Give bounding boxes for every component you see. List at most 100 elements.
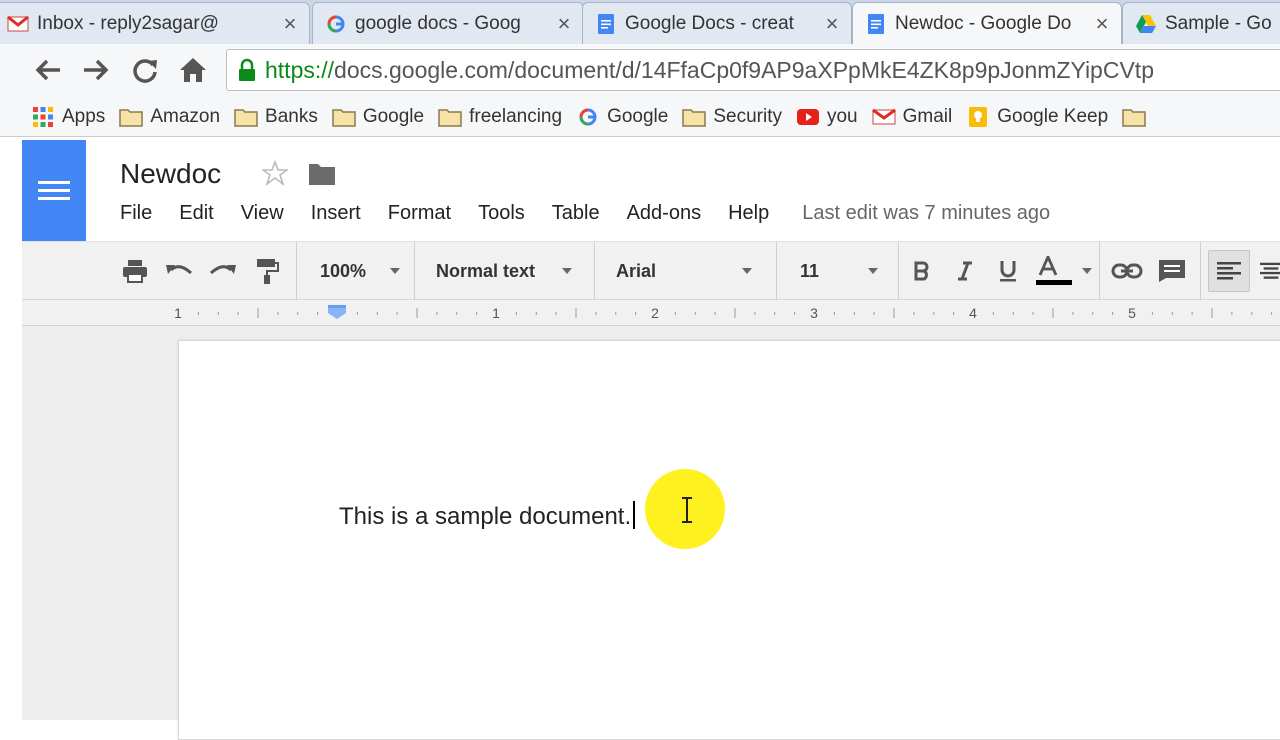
ruler-tick [595,312,597,315]
menu-edit[interactable]: Edit [179,202,213,225]
underline-button[interactable] [994,242,1022,300]
docs-header: Newdoc File Edit View Insert Format Tool… [22,140,1280,241]
menu-format[interactable]: Format [388,202,451,225]
bookmark-youtube[interactable]: you [796,106,858,128]
align-left-button[interactable] [1208,250,1250,292]
menu-help[interactable]: Help [728,202,769,225]
last-edit-status[interactable]: Last edit was 7 minutes ago [802,202,1050,225]
menu-insert[interactable]: Insert [311,202,361,225]
italic-button[interactable] [951,242,979,300]
ruler-tick [555,312,557,315]
toolbar-separator [296,242,297,300]
menu-tools[interactable]: Tools [478,202,525,225]
indent-marker-icon[interactable] [328,308,346,319]
ruler-tick [535,312,537,315]
bookmark-freelancing[interactable]: freelancing [438,106,562,128]
font-value: Arial [616,260,657,281]
print-icon [123,260,147,283]
bookmark-google-keep[interactable]: Google Keep [966,106,1108,128]
paragraph-style-select[interactable]: Normal text [422,242,592,300]
ruler-tick [615,312,617,315]
paint-format-button[interactable] [252,242,282,300]
back-button[interactable] [32,54,64,86]
tab-google-docs-search[interactable]: google docs - Goog × [312,2,584,44]
arrow-right-icon [84,59,109,81]
bookmark-google[interactable]: Google [576,106,668,128]
tab-google-docs-create[interactable]: Google Docs - creat × [582,2,852,44]
tab-inbox[interactable]: Inbox - reply2sagar@ × [0,2,310,44]
bookmark-more-folder[interactable] [1122,106,1153,128]
font-size-select[interactable]: 11 [784,242,888,300]
google-icon [576,106,600,128]
ruler-tick [237,312,239,315]
ruler-tick [396,312,398,315]
tab-title: Inbox - reply2sagar@ [37,12,219,34]
ruler-tick [734,308,736,318]
star-icon[interactable] [260,159,290,191]
ruler-tick [1072,312,1074,315]
ruler-tick [754,312,756,315]
first-line-indent-marker[interactable] [328,305,346,308]
tab-newdoc[interactable]: Newdoc - Google Do × [852,2,1122,44]
close-icon[interactable]: × [281,11,299,37]
bookmark-amazon[interactable]: Amazon [119,106,220,128]
bookmark-label: Security [713,105,782,127]
ruler-tick [953,312,955,315]
print-button[interactable] [120,242,150,300]
lock-icon [237,58,257,82]
ruler-tick [1151,312,1153,315]
menu-add-ons[interactable]: Add-ons [627,202,702,225]
paint-roller-icon [257,259,279,284]
bookmark-banks[interactable]: Banks [234,106,318,128]
undo-button[interactable] [164,242,194,300]
bold-button[interactable] [908,242,936,300]
insert-comment-button[interactable] [1156,242,1188,300]
google-icon [325,13,347,35]
menu-table[interactable]: Table [552,202,600,225]
ruler-tick [1191,312,1193,315]
text-color-button[interactable] [1032,242,1092,300]
underline-icon [1000,261,1016,282]
forward-button[interactable] [80,54,112,86]
align-center-icon [1260,262,1280,279]
bookmark-apps[interactable]: Apps [31,106,105,128]
close-icon[interactable]: × [823,11,841,37]
apps-grid-icon [31,106,55,128]
bookmark-security[interactable]: Security [682,106,782,128]
gmail-icon [7,13,29,35]
move-to-folder-icon[interactable] [308,162,336,191]
close-icon[interactable]: × [1093,11,1111,37]
close-icon[interactable]: × [555,11,573,37]
docs-home-button[interactable] [22,140,86,241]
font-select[interactable]: Arial [602,242,774,300]
align-center-button[interactable] [1260,242,1280,300]
home-button[interactable] [177,54,209,86]
text-cursor [633,501,636,529]
bookmark-google-folder[interactable]: Google [332,106,424,128]
zoom-select[interactable]: 100% [306,242,412,300]
ruler-tick [992,312,994,315]
tab-title: Sample - Go [1165,12,1272,34]
undo-icon [166,265,193,275]
address-bar[interactable]: https://docs.google.com/document/d/14Ffa… [226,49,1280,91]
ruler-tick [635,312,637,315]
ruler-tick [1052,308,1054,318]
ruler-tick [297,312,299,315]
ibeam-cursor-icon [682,497,692,523]
insert-link-button[interactable] [1110,242,1144,300]
reload-button[interactable] [129,54,161,86]
ruler-tick [1231,312,1233,315]
menu-view[interactable]: View [241,202,284,225]
tab-sample[interactable]: Sample - Go [1122,2,1280,44]
document-title[interactable]: Newdoc [120,158,221,190]
bookmark-label: Google [362,105,425,127]
redo-button[interactable] [208,242,238,300]
horizontal-ruler[interactable]: 1 1 2 3 4 5 [22,300,1280,326]
document-page[interactable]: This is a sample document. [178,340,1280,740]
bookmark-gmail[interactable]: Gmail [871,106,952,128]
menu-file[interactable]: File [120,202,152,225]
folder-icon [234,106,258,128]
document-paragraph[interactable]: This is a sample document. [339,501,636,531]
paragraph-style-value: Normal text [436,260,536,281]
drive-icon [1135,13,1157,35]
